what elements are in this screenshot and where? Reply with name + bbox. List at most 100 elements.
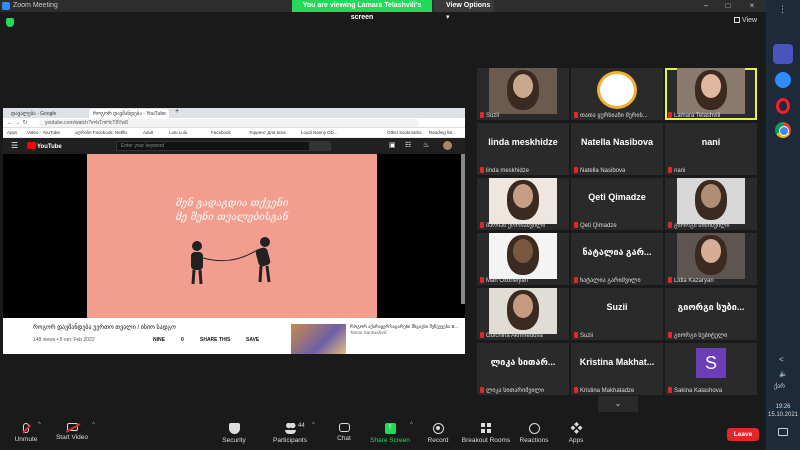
gallery-next-page-icon[interactable]: ⌄ [598, 396, 638, 412]
browser-tab[interactable]: დავალება - Google [7, 109, 87, 118]
participant-tile[interactable]: გიორგი ბიძიშვილი [665, 178, 757, 230]
share-screen-label: Share Screen [370, 437, 410, 444]
participant-face [513, 184, 533, 208]
avatar[interactable] [443, 141, 452, 150]
participant-name-text: nani [674, 168, 686, 174]
bell-icon[interactable]: ♨ [423, 141, 429, 149]
maximize-icon[interactable]: □ [722, 1, 734, 11]
leave-button[interactable]: Leave [727, 428, 759, 441]
participant-tile[interactable]: ნატალია გარ... ნატალია გარიშვილი [571, 233, 663, 285]
new-tab-icon[interactable]: + [175, 108, 179, 115]
create-icon[interactable]: ▣ [389, 141, 396, 149]
shared-screen[interactable]: დავალება - Google როგორ დავშანდება - You… [3, 108, 465, 354]
bookmark-item[interactable]: Reading list [429, 130, 453, 135]
participant-tile[interactable]: Qeti Qimadze Qeti Qimadze [571, 178, 663, 230]
participant-tile[interactable]: ლიკა სითარ... ლიკა სითარიშვილი [477, 343, 569, 395]
apps-button[interactable]: Apps [562, 418, 590, 450]
record-button[interactable]: Record [424, 418, 452, 450]
video-frame[interactable]: შენ გადაგდია თქვენი მე შენი თვალებისგან [87, 154, 377, 318]
zoom-app-icon[interactable] [775, 72, 791, 88]
tray-chevron-icon[interactable]: < [779, 355, 784, 364]
teams-app-icon[interactable] [773, 44, 793, 64]
security-button[interactable]: Security [219, 418, 249, 450]
more-icon[interactable]: ⋮ [778, 4, 787, 15]
chat-icon [338, 423, 350, 432]
participant-tile[interactable]: Suzii Suzii [571, 288, 663, 340]
page-scrollbar[interactable] [461, 154, 465, 304]
apps-grid-icon[interactable]: ☷ [405, 141, 411, 149]
opera-app-icon[interactable] [776, 98, 790, 114]
share-screen-icon [384, 421, 396, 434]
youtube-logo[interactable]: YouTube [27, 142, 62, 150]
participant-name-text: Sakina Kalashova [674, 388, 723, 394]
share-caret-icon[interactable]: ^ [410, 422, 413, 428]
input-language[interactable]: ქარ [774, 383, 785, 390]
like-button[interactable]: NINE [153, 337, 165, 343]
bookmark-item[interactable]: Apps [7, 130, 17, 135]
url-field[interactable]: youtube.com/watch?v=bTmHcT8Yw8 [39, 119, 419, 127]
nav-arrows-icon[interactable]: ← → ↻ [7, 119, 27, 126]
close-icon[interactable]: × [746, 1, 758, 11]
breakout-rooms-button[interactable]: Breakout Rooms [460, 418, 512, 450]
participants-caret-icon[interactable]: ^ [312, 422, 315, 428]
bookmark-item[interactable]: Adult [143, 130, 153, 135]
participant-tile[interactable]: S Sakina Kalashova [665, 343, 757, 395]
menu-icon[interactable]: ☰ [11, 141, 18, 150]
participant-tile[interactable]: Suzii [477, 68, 569, 120]
browser-tab-active[interactable]: როგორ დავშანდება - YouTube [89, 109, 169, 118]
bookmark-item[interactable]: Facebook [211, 130, 231, 135]
video-options-caret-icon[interactable]: ^ [92, 422, 95, 428]
bookmark-item[interactable]: Торрент Для всех [249, 130, 286, 135]
bookmark-item[interactable]: Lulu Lulu [169, 130, 187, 135]
view-options-button[interactable]: View Options ▾ [434, 0, 494, 21]
bookmark-item[interactable]: ადრისი Facebook [75, 130, 113, 136]
muted-mic-icon [668, 167, 672, 173]
participant-tile[interactable]: მარიამ ქორჩაშვილი [477, 178, 569, 230]
chat-button[interactable]: Chat [330, 418, 358, 450]
reactions-button[interactable]: Reactions [518, 418, 550, 450]
participant-tile[interactable]: nani nani [665, 123, 757, 175]
participant-name: Sakina Kalashova [668, 387, 722, 394]
bookmark-item[interactable]: Loyal Nanny DD... [301, 130, 338, 135]
participants-label: Participants [273, 437, 307, 444]
bookmark-item[interactable]: Netflix [115, 130, 128, 135]
youtube-search-input[interactable]: Enter your keyword [116, 141, 331, 151]
record-icon [432, 423, 444, 434]
participant-tile[interactable]: linda meskhidze linda meskhidze [477, 123, 569, 175]
participant-tile[interactable]: Lidia Kazaryan [665, 233, 757, 285]
viewing-screen-banner: You are viewing Lamara Telashvili's scre… [292, 0, 432, 21]
participant-tile[interactable]: Gulchina Akhmedova [477, 288, 569, 340]
participant-tile[interactable]: თათა ყურსიაჩი მერის... [571, 68, 663, 120]
video-info: როგორ დავშანდება უერთო თვალი / ისიო სადგ… [3, 318, 465, 354]
recommended-video[interactable]: როგორ აქარაყერ საგარები მსგავსი შეჩვევებ… [350, 324, 460, 336]
audio-options-caret-icon[interactable]: ^ [38, 422, 41, 428]
participant-tile[interactable]: Mari Oxbnelyan [477, 233, 569, 285]
encryption-shield-icon[interactable] [6, 18, 14, 27]
volume-icon[interactable]: 🔈 [779, 370, 788, 378]
chrome-app-icon[interactable] [775, 122, 791, 138]
notifications-icon[interactable] [778, 428, 788, 436]
search-icon[interactable] [309, 141, 331, 151]
share-button[interactable]: SHARE THIS [200, 337, 230, 343]
share-screen-button[interactable]: Share Screen [368, 418, 412, 450]
view-button[interactable]: View [734, 17, 757, 24]
participant-tile[interactable]: გიორგი სუბი... გიორგი სუბიტული [665, 288, 757, 340]
participant-tile[interactable]: Lamara Telashvili [665, 68, 757, 120]
bookmark-item[interactable]: Other bookmarks [387, 130, 422, 135]
recommended-thumbnail[interactable] [291, 324, 346, 354]
participant-video [677, 178, 745, 224]
save-button[interactable]: SAVE [246, 337, 259, 343]
bookmark-item[interactable]: Video - YouTube [27, 130, 60, 135]
participant-tile[interactable]: Kristina Makhat... Kristina Makhatadze [571, 343, 663, 395]
video-player[interactable]: შენ გადაგდია თქვენი მე შენი თვალებისგან [3, 154, 465, 318]
window-title: Zoom Meeting [13, 2, 58, 9]
minimize-icon[interactable]: – [700, 1, 712, 11]
start-video-button[interactable]: Start Video [54, 418, 90, 450]
participant-tile[interactable]: Natella Nasibova Natella Nasibova [571, 123, 663, 175]
clock-date[interactable]: 15.10.2021 [766, 412, 800, 418]
participant-name-text: Gulchina Akhmedova [486, 333, 543, 339]
dislike-button[interactable]: 0 [181, 337, 184, 343]
participant-face [701, 239, 721, 263]
clock-time[interactable]: 19:26 [766, 404, 800, 410]
participant-name-text: Kristina Makhatadze [580, 388, 635, 394]
